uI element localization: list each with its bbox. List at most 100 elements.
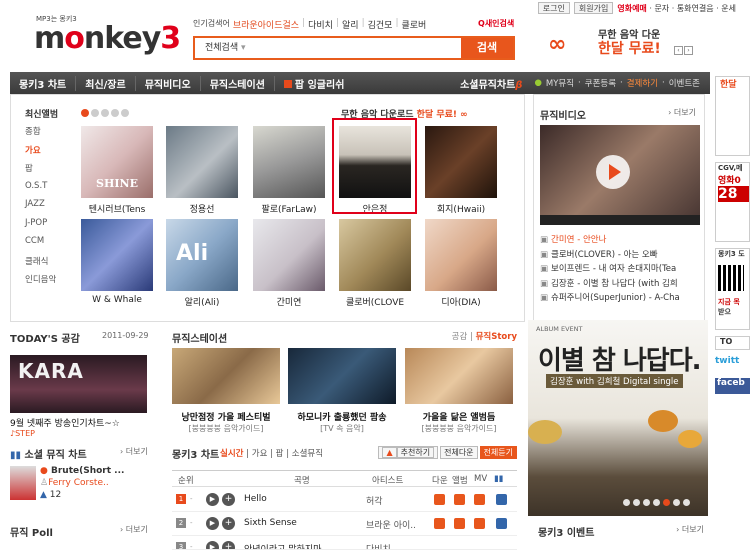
add-icon[interactable]: +: [222, 493, 235, 506]
genre-item[interactable]: JAZZ: [25, 199, 56, 218]
play-icon[interactable]: ▶: [206, 517, 219, 530]
album-cover[interactable]: [253, 219, 325, 291]
ad-banner-free[interactable]: 한달: [715, 76, 750, 156]
mk-event-more-link[interactable]: › 더보기: [676, 524, 704, 535]
pager-dot[interactable]: [663, 499, 670, 506]
ad-banner-cgv[interactable]: CGV,메 영화0 28: [715, 162, 750, 242]
pager-dot[interactable]: [633, 499, 640, 506]
station-link-story[interactable]: 뮤직Story: [476, 332, 517, 342]
nav-coupon[interactable]: 쿠폰등록: [585, 77, 616, 89]
play-icon[interactable]: ▶: [206, 493, 219, 506]
song-title[interactable]: Hello: [244, 494, 267, 504]
tab-realtime[interactable]: 실시간: [220, 449, 243, 459]
join-button[interactable]: 회원가입: [573, 2, 614, 14]
album-icon[interactable]: [454, 518, 465, 529]
mv-item[interactable]: ▣ 간미연 - 안안나: [540, 233, 700, 248]
pager-dot[interactable]: [111, 109, 119, 117]
nav-my-music[interactable]: MY뮤직: [546, 77, 574, 89]
share-icon[interactable]: [496, 518, 507, 529]
genre-item[interactable]: O.S.T: [25, 181, 56, 200]
ad-banner-app[interactable]: 몽키3 도 지금 목 받으: [715, 248, 750, 330]
pager-dot[interactable]: [81, 109, 89, 117]
new-search-link[interactable]: Q새인검색: [478, 18, 514, 29]
mv-item[interactable]: ▣ 슈퍼주니어(SuperJunior) - A-Cha: [540, 291, 700, 306]
add-icon[interactable]: +: [222, 541, 235, 549]
poll-more-link[interactable]: › 더보기: [120, 524, 148, 535]
play-all-button[interactable]: 전체듣기: [479, 446, 517, 459]
social-album-cover[interactable]: [10, 466, 36, 500]
album-cover[interactable]: Ali: [166, 219, 238, 291]
mv-icon[interactable]: [474, 494, 485, 505]
facebook-link[interactable]: faceb: [715, 378, 750, 394]
album-cover[interactable]: [253, 126, 325, 198]
keyword-link[interactable]: 알리: [342, 18, 359, 31]
prev-arrow-icon[interactable]: ‹: [674, 46, 683, 55]
album-cover[interactable]: [425, 126, 497, 198]
nav-latest-genre[interactable]: 최신/장르: [76, 75, 136, 91]
genre-item[interactable]: 팝: [25, 162, 56, 181]
genre-item[interactable]: CCM: [25, 236, 56, 255]
pager-dot[interactable]: [91, 109, 99, 117]
util-link-movie[interactable]: 영화예매: [617, 4, 646, 13]
genre-item[interactable]: 종합: [25, 125, 56, 144]
search-input[interactable]: [265, 38, 461, 58]
social-song[interactable]: ● Brute(Short ...: [40, 466, 124, 476]
util-link-ringback[interactable]: 통화연결음: [677, 4, 714, 13]
album-card[interactable]: 디아(DIA): [425, 219, 497, 308]
pager-dot[interactable]: [121, 109, 129, 117]
keyword-link[interactable]: 브라운아이드걸스: [233, 18, 299, 31]
genre-item[interactable]: 클래식: [25, 255, 56, 274]
album-cover[interactable]: [339, 219, 411, 291]
mv-item[interactable]: ▣ 김장훈 - 이별 참 나답다 (with 김희: [540, 277, 700, 292]
tab-pop[interactable]: 팝: [276, 449, 284, 459]
nav-music-station[interactable]: 뮤직스테이션: [201, 75, 275, 91]
mv-icon[interactable]: [474, 518, 485, 529]
play-icon[interactable]: [596, 155, 630, 189]
nav-music-video[interactable]: 뮤직비디오: [136, 75, 201, 91]
station-link-empathy[interactable]: 공감: [452, 332, 468, 342]
keyword-link[interactable]: 다비치: [308, 18, 333, 31]
download-icon[interactable]: [434, 494, 445, 505]
download-all-button[interactable]: 전체다운: [440, 446, 478, 459]
android-icon[interactable]: ●: [534, 78, 541, 88]
album-card[interactable]: 팔로(FarLaw): [253, 126, 325, 215]
pager-dot[interactable]: [623, 499, 630, 506]
keyword-link[interactable]: 클로버: [402, 18, 427, 31]
genre-item[interactable]: 인디음악: [25, 273, 56, 292]
share-icon[interactable]: [496, 494, 507, 505]
album-cover[interactable]: [81, 219, 153, 291]
pager-dot[interactable]: [643, 499, 650, 506]
mv-item[interactable]: ▣ 클로버(CLOVER) - 아는 오빠: [540, 248, 700, 263]
site-logo[interactable]: MP3는 몽키3 monkey3: [34, 14, 181, 56]
tab-kpop[interactable]: 가요: [252, 449, 268, 459]
twitter-link[interactable]: twitt: [715, 356, 750, 372]
album-card[interactable]: SHINE 텐시러브(Tens: [81, 126, 153, 215]
pager-dot[interactable]: [683, 499, 690, 506]
ad-banner-to[interactable]: TO: [715, 336, 750, 350]
song-title[interactable]: Sixth Sense: [244, 518, 297, 528]
nav-social-chart[interactable]: 소셜뮤직차트β: [460, 76, 522, 91]
genre-item[interactable]: 가요: [25, 144, 56, 163]
social-more-link[interactable]: › 더보기: [120, 446, 148, 457]
tab-social[interactable]: 소셜뮤직: [292, 449, 323, 459]
artist-name[interactable]: 허각: [366, 494, 426, 507]
genre-item[interactable]: J-POP: [25, 218, 56, 237]
util-link-sms[interactable]: 문자: [654, 4, 669, 13]
nav-event-zone[interactable]: 이벤트존: [669, 77, 700, 89]
album-card[interactable]: 정용선: [166, 126, 238, 215]
station-card[interactable]: 낭만점정 가을 페스티벌 [붕붕붕붕 음악가이드]: [172, 348, 280, 434]
next-arrow-icon[interactable]: ›: [684, 46, 693, 55]
album-card[interactable]: 간미연: [253, 219, 325, 308]
artist-name[interactable]: 브라운 아이..: [366, 518, 426, 531]
nav-chart[interactable]: 몽키3 차트: [10, 75, 77, 91]
album-cover[interactable]: SHINE: [81, 126, 153, 198]
album-card[interactable]: 클로버(CLOVE: [339, 219, 411, 308]
nav-payment[interactable]: 결제하기: [627, 77, 658, 89]
pager-dot[interactable]: [653, 499, 660, 506]
nav-pop-english[interactable]: 팝 잉글리쉬: [275, 76, 353, 91]
song-title[interactable]: 안녕이라고 말하지마: [244, 542, 321, 549]
artist-name[interactable]: 다비치: [366, 542, 426, 549]
add-icon[interactable]: +: [222, 517, 235, 530]
download-icon[interactable]: [434, 518, 445, 529]
play-icon[interactable]: ▶: [206, 541, 219, 549]
